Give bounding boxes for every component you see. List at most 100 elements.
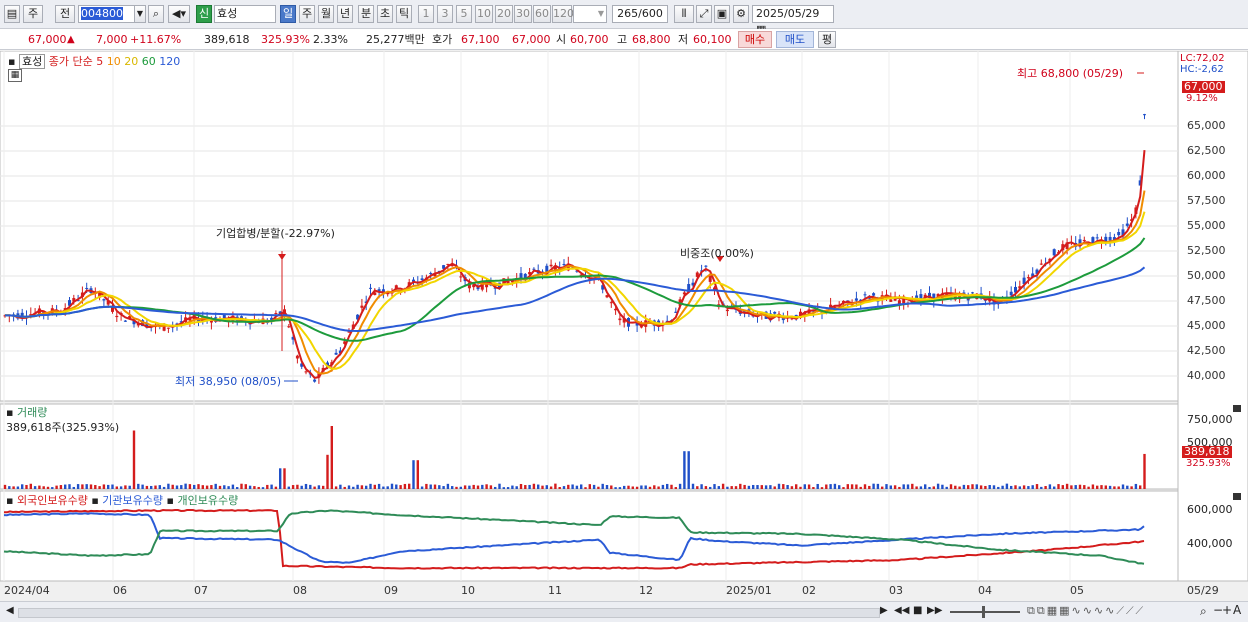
price-tick-label: 42,500 xyxy=(1187,344,1226,357)
scroll-right-icon[interactable]: ▶ xyxy=(880,605,888,616)
pane-close-icon[interactable] xyxy=(1233,493,1241,500)
stock-chart[interactable] xyxy=(0,51,1248,601)
volume-bar xyxy=(635,486,639,489)
minute-120[interactable]: 120 xyxy=(552,5,574,23)
volume-bar xyxy=(38,485,41,489)
volume-bar xyxy=(1091,484,1095,489)
holdings-legend: ▪ 외국인보유수량 ▪ 기관보유수량 ▪ 개인보유수량 xyxy=(6,492,238,508)
legend-stock-name[interactable]: 효성 xyxy=(18,54,46,69)
grid-toggle-icon[interactable]: ▦ xyxy=(8,69,22,82)
volume-bar xyxy=(752,484,755,489)
draw-tool-icon[interactable]: ⤢ xyxy=(696,5,712,23)
volume-bar xyxy=(816,483,819,489)
minute-10[interactable]: 10 xyxy=(475,5,493,23)
search-icon[interactable]: ⌕ xyxy=(148,5,164,23)
volume-bar xyxy=(597,486,600,489)
lc-label: LC:72,02 xyxy=(1180,53,1225,64)
minute-20[interactable]: 20 xyxy=(495,5,513,23)
candle-body xyxy=(287,326,291,328)
candle-body xyxy=(420,278,424,281)
fast-forward-icon[interactable]: ▶▶ xyxy=(927,605,942,616)
volume-bar xyxy=(868,485,871,489)
ask-label: 호가 xyxy=(432,33,453,46)
candle-body xyxy=(459,276,463,278)
sound-icon[interactable]: ◀▾ xyxy=(168,5,190,23)
settings-gear-icon[interactable]: ⚙ xyxy=(733,5,749,23)
volume-bar xyxy=(283,468,286,489)
volume-bar xyxy=(408,483,411,489)
volume-bar xyxy=(721,483,725,489)
chart-area[interactable]: ▪ 효성 종가 단순 5 10 20 60 120 ▦ 최고 68,800 (0… xyxy=(0,51,1248,601)
sell-button[interactable]: 매도 xyxy=(776,31,814,48)
minute-1[interactable]: 1 xyxy=(418,5,434,23)
code-dropdown-icon[interactable]: ▼ xyxy=(134,5,146,23)
date-field[interactable]: 2025/05/29 ▦ xyxy=(752,5,834,36)
interval-year[interactable]: 년 xyxy=(337,5,353,23)
volume-bar xyxy=(390,483,394,489)
interval-tick[interactable]: 틱 xyxy=(396,5,412,23)
minute-5[interactable]: 5 xyxy=(456,5,472,23)
candle-body xyxy=(360,305,364,308)
volume-bar xyxy=(64,484,67,489)
minute-60[interactable]: 60 xyxy=(533,5,551,23)
volume-bar xyxy=(3,484,7,489)
volume-tick-750k: 750,000 xyxy=(1187,413,1233,426)
holding-tick-600k: 600,000 xyxy=(1187,503,1233,516)
scroll-left-icon[interactable]: ◀ xyxy=(6,605,14,616)
stop-icon[interactable]: ■ xyxy=(913,605,922,616)
font-size-icon[interactable]: A xyxy=(1233,603,1241,617)
volume-bar xyxy=(274,486,278,489)
interval-day[interactable]: 일 xyxy=(280,5,296,23)
zoom-slider[interactable] xyxy=(950,611,1020,613)
volume-bar xyxy=(476,485,480,489)
candle-body xyxy=(1095,237,1099,239)
count-field[interactable]: 265/600 xyxy=(612,5,668,23)
minute-30[interactable]: 30 xyxy=(514,5,532,23)
volume-bar xyxy=(1061,485,1064,489)
volume-bar xyxy=(812,487,815,489)
window-menu-icon[interactable]: ▤ xyxy=(4,5,20,23)
scrollbar-track[interactable] xyxy=(18,608,880,618)
interval-second[interactable]: 초 xyxy=(377,5,393,23)
volume-bar xyxy=(111,484,114,489)
save-icon[interactable]: ▣ xyxy=(714,5,730,23)
time-tick-label: 05/29 xyxy=(1187,584,1219,597)
zoom-slider-handle[interactable] xyxy=(982,606,985,618)
legend-individual: 개인보유수량 xyxy=(177,494,239,507)
interval-month[interactable]: 월 xyxy=(318,5,334,23)
time-tick-label: 04 xyxy=(978,584,992,597)
search-icon[interactable]: ⌕ xyxy=(1200,604,1207,619)
volume-bar xyxy=(588,484,591,489)
candle-body xyxy=(854,298,858,301)
eval-button[interactable]: 평 xyxy=(818,31,836,48)
candle-type-icon[interactable]: ⫴ xyxy=(674,5,694,23)
bid-price: 67,000 xyxy=(512,33,551,46)
volume-bar xyxy=(984,485,987,489)
interval-week[interactable]: 주 xyxy=(299,5,315,23)
interval-minute[interactable]: 분 xyxy=(358,5,374,23)
buy-button[interactable]: 매수 xyxy=(738,31,772,48)
volume-bar xyxy=(412,460,415,489)
custom-interval-select[interactable]: ▼ xyxy=(573,5,607,23)
stock-name-field[interactable]: 효성 xyxy=(214,5,276,23)
volume-bar xyxy=(494,486,497,489)
zoom-in-icon[interactable]: + xyxy=(1222,603,1232,617)
volume-bar xyxy=(971,484,974,489)
pane-close-icon[interactable] xyxy=(1233,405,1241,412)
chart-tools-icons[interactable]: ⧉⧉▦▦∿∿∿∿⟋⟋⟋ xyxy=(1027,604,1145,618)
rewind-icon[interactable]: ◀◀ xyxy=(894,605,909,616)
period-select[interactable]: 주 xyxy=(23,5,43,23)
volume-bar xyxy=(68,484,71,489)
candle-body xyxy=(725,309,729,312)
volume-bar xyxy=(889,485,892,489)
volume-bar xyxy=(167,483,170,489)
volume-bar xyxy=(425,483,428,489)
volume-bar xyxy=(472,484,475,489)
volume-bar xyxy=(580,484,583,489)
price-tick-label: 62,500 xyxy=(1187,144,1226,157)
stock-code-input[interactable]: 004800 xyxy=(78,5,136,23)
prev-button[interactable]: 전 xyxy=(55,5,75,23)
legend-foreign: 외국인보유수량 xyxy=(16,494,88,507)
chart-legend: ▪ 효성 종가 단순 5 10 20 60 120 xyxy=(8,53,180,69)
minute-3[interactable]: 3 xyxy=(437,5,453,23)
